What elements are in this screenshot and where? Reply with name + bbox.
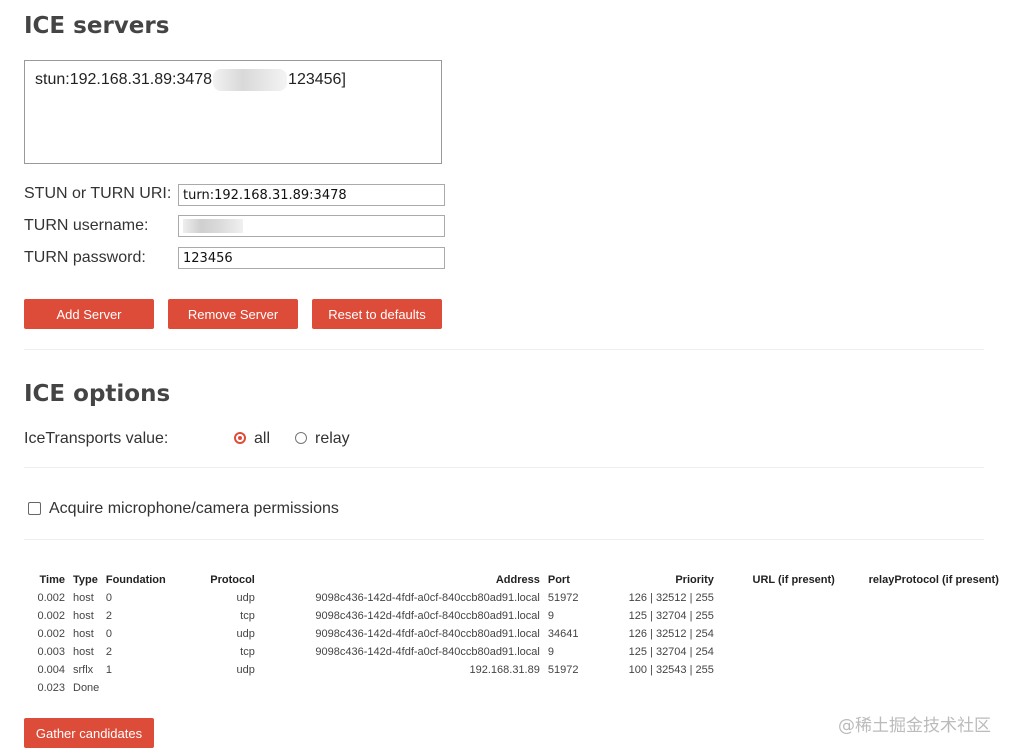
divider xyxy=(24,349,984,350)
cell-protocol: tcp xyxy=(240,646,255,658)
username-input[interactable] xyxy=(178,215,445,237)
cell-port: 9 xyxy=(547,610,554,622)
table-row: 0.004 srflx 1 udp 192.168.31.89 51972 10… xyxy=(30,661,1003,679)
header-time: Time xyxy=(39,574,65,586)
candidates-table: Time Type Foundation Protocol Address Po… xyxy=(30,571,1003,697)
password-input-value: 123456 xyxy=(183,250,233,266)
cell-time: 0.002 xyxy=(37,592,65,604)
reset-defaults-button[interactable]: Reset to defaults xyxy=(312,299,442,329)
redacted-username-blur xyxy=(213,69,288,91)
cell-foundation: 2 xyxy=(105,610,112,622)
cell-relay-protocol xyxy=(839,625,1003,643)
cell-type: host xyxy=(73,646,94,658)
cell-url xyxy=(718,643,839,661)
table-row: 0.002 host 0 udp 9098c436-142d-4fdf-a0cf… xyxy=(30,625,1003,643)
uri-label: STUN or TURN URI: xyxy=(24,185,172,202)
cell-port: 51972 xyxy=(547,592,579,604)
cell-url xyxy=(718,625,839,643)
cell-type: host xyxy=(73,592,94,604)
cell-protocol: udp xyxy=(236,592,255,604)
header-foundation: Foundation xyxy=(105,574,166,586)
cell-address: 9098c436-142d-4fdf-a0cf-840ccb80ad91.loc… xyxy=(315,610,540,622)
cell-address: 192.168.31.89 xyxy=(469,664,540,676)
cell-done-time: 0.023 xyxy=(37,682,65,694)
header-priority: Priority xyxy=(675,574,714,586)
cell-foundation: 2 xyxy=(105,646,112,658)
cell-protocol: tcp xyxy=(240,610,255,622)
cell-address: 9098c436-142d-4fdf-a0cf-840ccb80ad91.loc… xyxy=(315,628,540,640)
cell-priority: 100 | 32543 | 255 xyxy=(628,664,714,676)
watermark-text: @稀土掘金技术社区 xyxy=(838,716,991,736)
gather-candidates-button[interactable]: Gather candidates xyxy=(24,718,154,748)
cell-type: host xyxy=(73,628,94,640)
cell-url xyxy=(718,661,839,679)
radio-relay-label[interactable]: relay xyxy=(315,430,350,448)
header-relay-protocol: relayProtocol (if present) xyxy=(868,574,999,586)
cell-relay-protocol xyxy=(839,589,1003,607)
ice-servers-title: ICE servers xyxy=(24,13,170,39)
redacted-username-blur xyxy=(183,219,243,233)
header-address: Address xyxy=(495,574,540,586)
cell-priority: 125 | 32704 | 254 xyxy=(628,646,714,658)
cell-address: 9098c436-142d-4fdf-a0cf-840ccb80ad91.loc… xyxy=(315,592,540,604)
table-row: 0.002 host 0 udp 9098c436-142d-4fdf-a0cf… xyxy=(30,589,1003,607)
cell-time: 0.002 xyxy=(37,610,65,622)
cell-protocol: udp xyxy=(236,664,255,676)
table-row-done: 0.023 Done xyxy=(30,679,1003,697)
header-protocol: Protocol xyxy=(210,574,255,586)
cell-url xyxy=(718,589,839,607)
cell-type: host xyxy=(73,610,94,622)
cell-relay-protocol xyxy=(839,661,1003,679)
password-input[interactable]: 123456 xyxy=(178,247,445,269)
ice-transports-label: IceTransports value: xyxy=(24,430,169,447)
add-server-button[interactable]: Add Server xyxy=(24,299,154,329)
divider xyxy=(24,539,984,540)
cell-address: 9098c436-142d-4fdf-a0cf-840ccb80ad91.loc… xyxy=(315,646,540,658)
cell-foundation: 0 xyxy=(105,592,112,604)
divider xyxy=(24,467,984,468)
cell-protocol: udp xyxy=(236,628,255,640)
cell-time: 0.003 xyxy=(37,646,65,658)
permissions-checkbox[interactable] xyxy=(28,502,41,515)
ice-server-entry[interactable]: stun:192.168.31.89:3478 123456] xyxy=(35,69,431,91)
cell-time: 0.004 xyxy=(37,664,65,676)
username-label: TURN username: xyxy=(24,217,149,234)
password-label: TURN password: xyxy=(24,249,146,266)
permissions-label[interactable]: Acquire microphone/camera permissions xyxy=(49,500,339,518)
cell-relay-protocol xyxy=(839,643,1003,661)
cell-foundation: 0 xyxy=(105,628,112,640)
radio-all[interactable] xyxy=(234,432,246,444)
cell-port: 9 xyxy=(547,646,554,658)
cell-url xyxy=(718,607,839,625)
cell-type: srflx xyxy=(73,664,94,676)
cell-priority: 126 | 32512 | 254 xyxy=(628,628,714,640)
candidates-header-row: Time Type Foundation Protocol Address Po… xyxy=(30,571,1003,589)
uri-input-value: turn:192.168.31.89:3478 xyxy=(183,187,347,203)
server-entry-suffix: 123456] xyxy=(288,71,346,88)
radio-all-label[interactable]: all xyxy=(254,430,270,448)
cell-done-label: Done xyxy=(73,682,100,694)
ice-servers-listbox[interactable]: stun:192.168.31.89:3478 123456] xyxy=(24,60,442,164)
ice-options-title: ICE options xyxy=(24,381,171,407)
radio-relay[interactable] xyxy=(295,432,307,444)
remove-server-button[interactable]: Remove Server xyxy=(168,299,298,329)
cell-priority: 125 | 32704 | 255 xyxy=(628,610,714,622)
cell-relay-protocol xyxy=(839,607,1003,625)
uri-input[interactable]: turn:192.168.31.89:3478 xyxy=(178,184,445,206)
cell-port: 51972 xyxy=(547,664,579,676)
header-type: Type xyxy=(73,574,98,586)
cell-port: 34641 xyxy=(547,628,579,640)
cell-time: 0.002 xyxy=(37,628,65,640)
server-entry-prefix: stun:192.168.31.89:3478 xyxy=(35,71,213,88)
table-row: 0.003 host 2 tcp 9098c436-142d-4fdf-a0cf… xyxy=(30,643,1003,661)
cell-priority: 126 | 32512 | 255 xyxy=(628,592,714,604)
header-url: URL (if present) xyxy=(752,574,835,586)
cell-foundation: 1 xyxy=(105,664,112,676)
table-row: 0.002 host 2 tcp 9098c436-142d-4fdf-a0cf… xyxy=(30,607,1003,625)
header-port: Port xyxy=(547,574,570,586)
